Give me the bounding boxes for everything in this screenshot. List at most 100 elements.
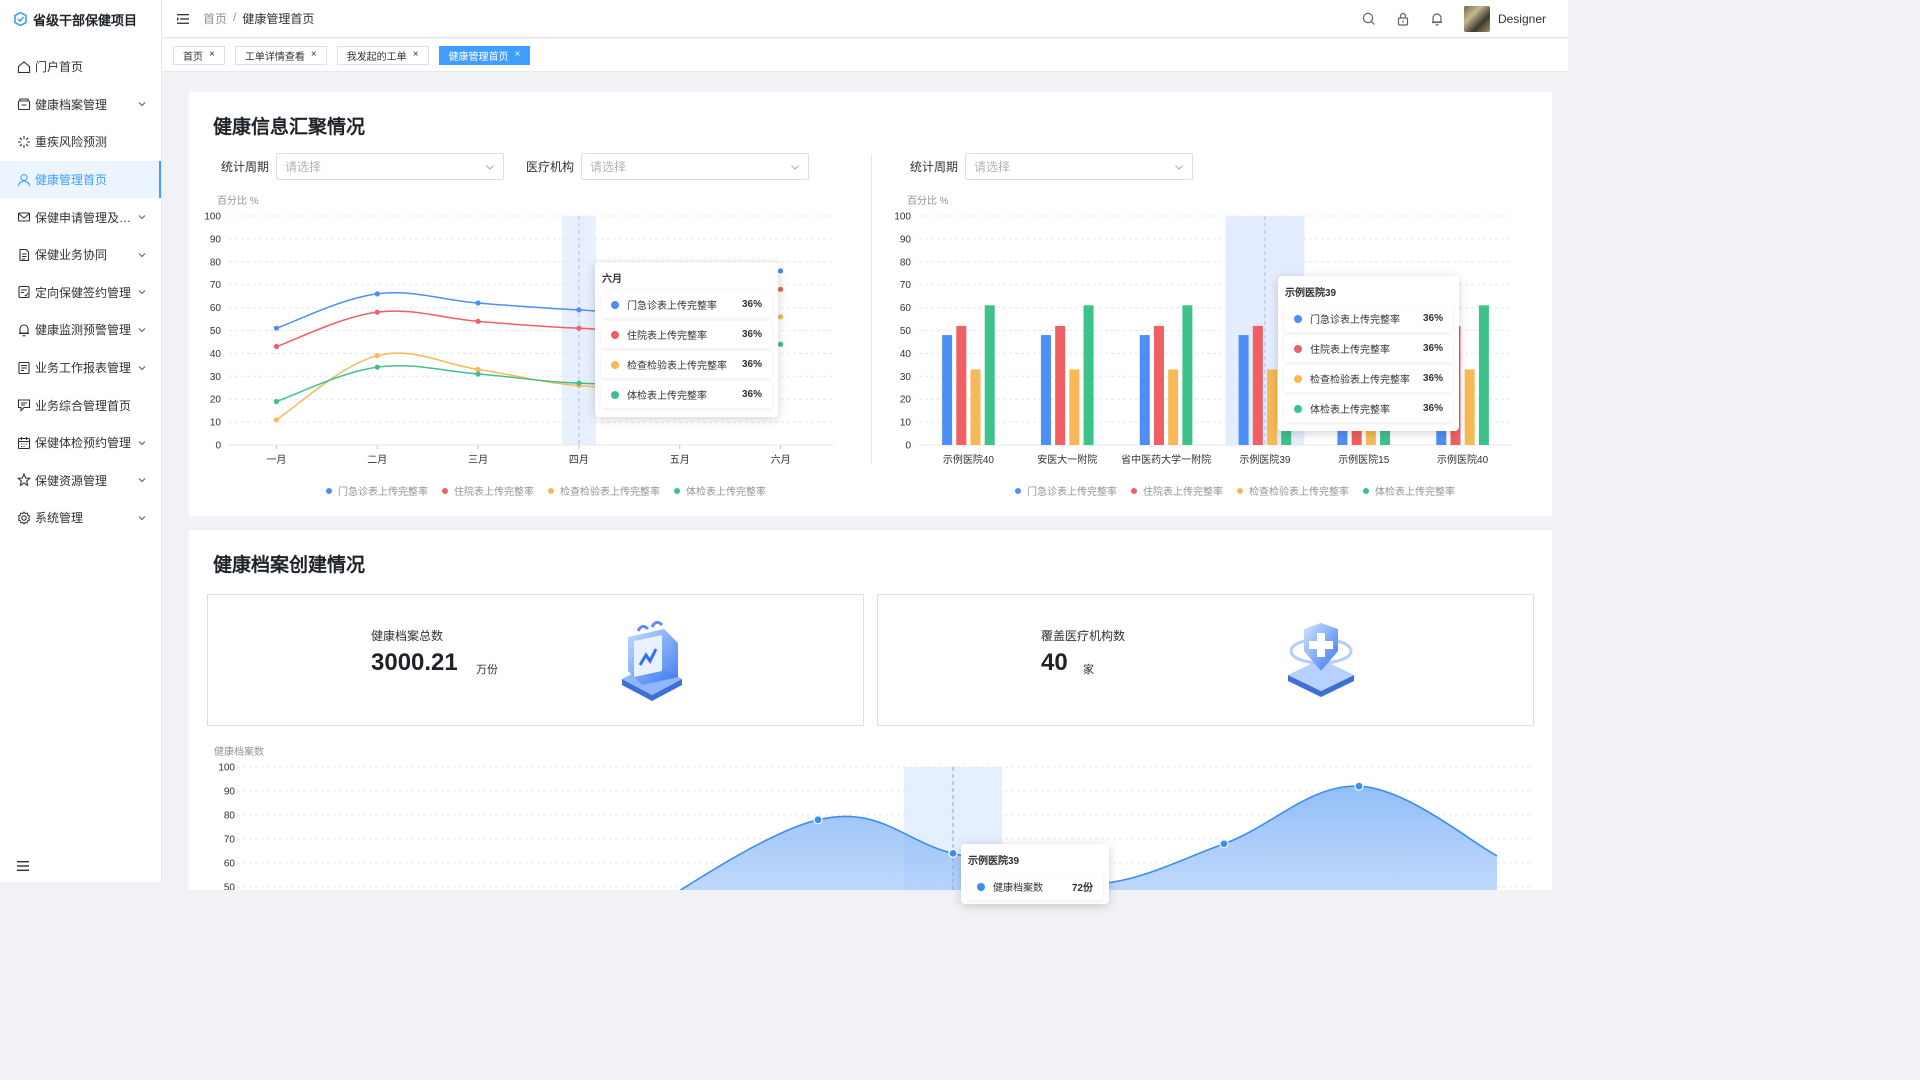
logo-icon [14, 12, 27, 26]
sidebar-item-9[interactable]: 业务综合管理首页 [0, 386, 161, 424]
sidebar-item-0[interactable]: 门户首页 [0, 48, 161, 86]
org-select[interactable]: 请选择 [581, 153, 810, 180]
bar [1182, 305, 1193, 445]
tooltip-row-name: 体检表上传完整率 [1310, 405, 1390, 416]
sidebar-item-3[interactable]: 健康管理首页 [0, 160, 161, 199]
sidebar-item-label: 保健业务协同 [35, 248, 108, 263]
legend-dot [611, 300, 619, 309]
sidebar-item-6[interactable]: 定向保健签约管理 [0, 274, 161, 312]
tabs-bar: 首页 × 工单详情查看 × 我发起的工单 × 健康管理首页 × [162, 39, 1568, 72]
legend-dot [442, 487, 448, 494]
series-point [576, 380, 582, 386]
period-filter: 统计周期 请选择 [221, 153, 505, 180]
line-chart-tooltip: 六月 门急诊表上传完整率 36% 住院表上传完整率 36% 检查检验表上传完整率 36% 体检… [595, 262, 778, 417]
period-select-right[interactable]: 请选择 [965, 153, 1194, 180]
tab-3[interactable]: 健康管理首页 × [438, 45, 531, 65]
legend-item[interactable]: 检查检验表上传完整率 [548, 483, 660, 498]
tooltip-row-value: 36% [1422, 313, 1443, 324]
username[interactable]: Designer [1498, 12, 1546, 26]
sidebar-item-11[interactable]: 保健资源管理 [0, 462, 161, 500]
sidebar-item-1[interactable]: 健康档案管理 [0, 86, 161, 124]
period-select[interactable]: 请选择 [276, 153, 505, 180]
chevron-down-icon [1175, 164, 1183, 170]
sidebar-item-4[interactable]: 保健申请管理及… [0, 198, 161, 236]
close-icon[interactable]: × [209, 50, 215, 60]
menu-collapse-icon[interactable] [17, 860, 29, 872]
area-point [813, 815, 823, 825]
tooltip-row-value: 36% [1422, 343, 1443, 354]
legend-item[interactable]: 体检表上传完整率 [1363, 483, 1455, 498]
breadcrumb: 首页 / 健康管理首页 [203, 10, 314, 27]
legend-item[interactable]: 门急诊表上传完整率 [326, 483, 428, 498]
close-icon[interactable]: × [413, 50, 419, 60]
legend-item[interactable]: 体检表上传完整率 [674, 483, 766, 498]
legend-item[interactable]: 门急诊表上传完整率 [1015, 483, 1117, 498]
y-tick-label: 80 [224, 811, 236, 822]
legend-item[interactable]: 住院表上传完整率 [1131, 483, 1223, 498]
series-point [273, 343, 280, 350]
sidebar-item-12[interactable]: 系统管理 [0, 499, 161, 537]
bell-icon[interactable] [1430, 12, 1444, 26]
hamburger-icon[interactable] [177, 13, 189, 25]
breadcrumb-home[interactable]: 首页 [203, 10, 227, 27]
bar [1083, 305, 1094, 445]
app-logo[interactable]: 省级干部保健项目 [0, 0, 161, 38]
y-tick-label: 10 [900, 418, 912, 429]
series-point [475, 366, 481, 373]
search-icon[interactable] [1362, 12, 1376, 26]
series-point [273, 398, 280, 405]
tab-0[interactable]: 首页 × [173, 45, 225, 65]
bar [1464, 369, 1475, 445]
sidebar-item-2[interactable]: 重疾风险预测 [0, 123, 161, 161]
x-tick-label: 示例医院40 [943, 453, 995, 466]
x-tick-label: 省中医药大学一附院 [1121, 453, 1211, 466]
series-point [576, 307, 582, 313]
bar [1267, 369, 1278, 445]
bell-icon [19, 324, 29, 337]
lock-icon[interactable] [1396, 12, 1410, 26]
tooltip-row: 检查检验表上传完整率 36% [601, 351, 772, 378]
bar [1478, 305, 1489, 445]
chevron-down-icon [138, 215, 146, 220]
sidebar-item-8[interactable]: 业务工作报表管理 [0, 349, 161, 387]
bar [1055, 325, 1066, 445]
sidebar-item-10[interactable]: 保健体检预约管理 [0, 424, 161, 462]
sidebar-item-7[interactable]: 健康监测预警管理 [0, 311, 161, 349]
y-tick-label: 50 [210, 326, 222, 337]
bar [1252, 325, 1263, 445]
legend-dot [1294, 374, 1302, 383]
tab-1[interactable]: 工单详情查看 × [234, 45, 327, 65]
sidebar-item-5[interactable]: 保健业务协同 [0, 236, 161, 274]
tab-2[interactable]: 我发起的工单 × [336, 45, 429, 65]
tooltip-row-name: 检查检验表上传完整率 [1310, 375, 1410, 386]
bar [1139, 335, 1150, 445]
x-tick-label: 安医大一附院 [1037, 453, 1097, 466]
close-icon[interactable]: × [515, 50, 521, 60]
tooltip-row-name: 门急诊表上传完整率 [627, 301, 717, 312]
stat-org-count: 覆盖医疗机构数 40 家 [877, 594, 1534, 726]
bar [1069, 369, 1080, 445]
y-tick-label: 70 [900, 280, 912, 291]
archive-card: 健康档案创建情况 健康档案总数 3000.21 万份 覆盖医疗机构数 40 家 [189, 530, 1552, 904]
period-select-placeholder: 请选择 [974, 160, 1011, 174]
close-icon[interactable]: × [311, 50, 317, 60]
tooltip-row-name: 住院表上传完整率 [627, 331, 707, 342]
chevron-down-icon [138, 290, 146, 295]
medical-cross-icon [1288, 623, 1354, 697]
tooltip-row-value: 36% [1422, 373, 1443, 384]
breadcrumb-separator: / [233, 10, 237, 24]
legend-item[interactable]: 住院表上传完整率 [442, 483, 534, 498]
tooltip-title: 示例医院39 [1285, 288, 1337, 299]
legend-label: 检查检验表上传完整率 [1249, 487, 1349, 498]
health-info-card: 健康信息汇聚情况 统计周期 请选择 医疗机构 请选择 统计周期 请选择 百分比 … [189, 92, 1552, 516]
legend-item[interactable]: 检查检验表上传完整率 [1237, 483, 1349, 498]
section-title: 健康档案创建情况 [213, 555, 366, 576]
avatar[interactable] [1463, 6, 1490, 32]
tooltip-row: 门急诊表上传完整率 36% [601, 291, 772, 318]
tooltip-row: 健康档案数 72份 [967, 873, 1103, 900]
bar-chart-tooltip: 示例医院39 门急诊表上传完整率 36% 住院表上传完整率 36% 检查检验表上传完整率 3… [1278, 276, 1459, 431]
y-tick-label: 90 [900, 234, 912, 245]
area-chart[interactable]: 健康档案数 50 60 70 80 90 100 [189, 740, 1552, 890]
y-tick-label: 100 [204, 212, 221, 223]
x-tick-label: 示例医院40 [1437, 453, 1489, 466]
